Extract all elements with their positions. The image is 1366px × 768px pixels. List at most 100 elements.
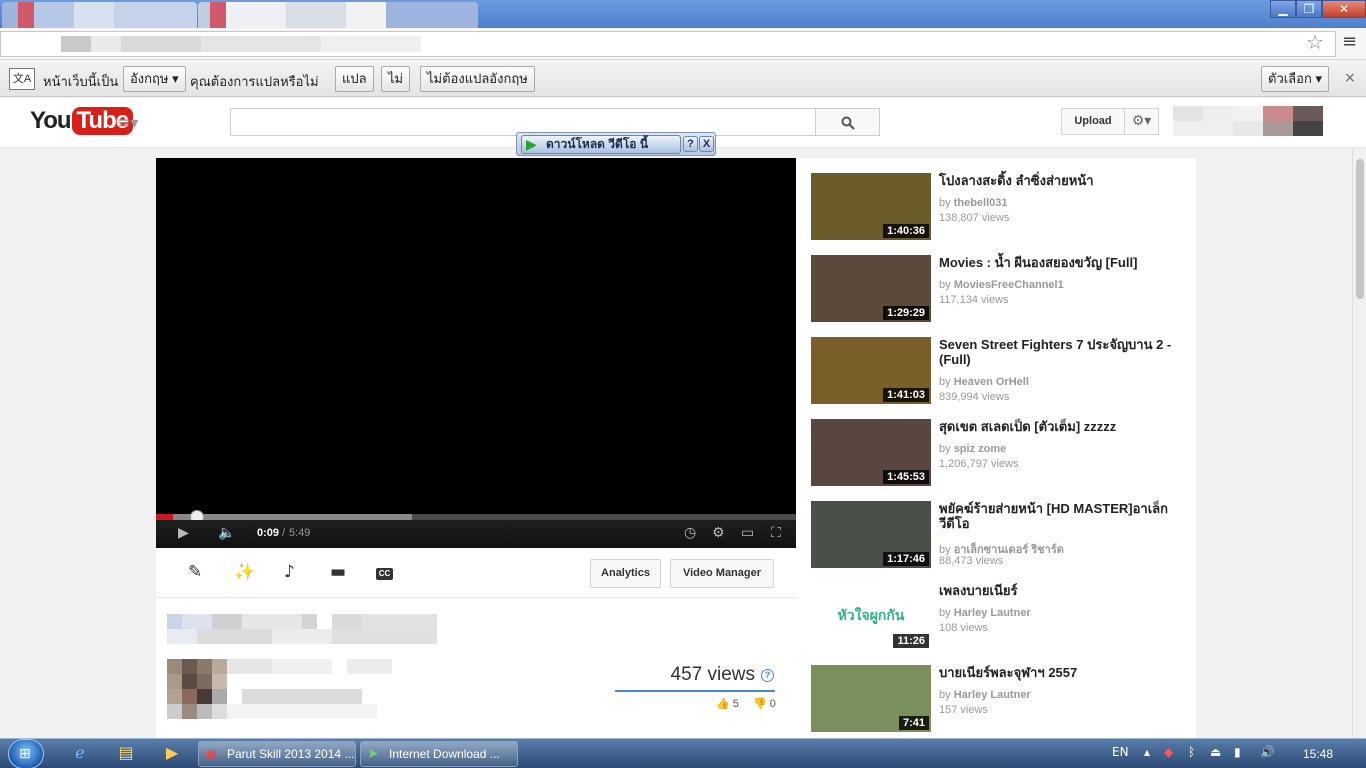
media-player-icon[interactable]: ▶ <box>152 743 192 767</box>
no-translate-button[interactable]: ไม่ <box>381 66 411 92</box>
adobe-icon[interactable]: ◆ <box>1164 745 1173 759</box>
file-explorer-icon[interactable]: ▤ <box>106 743 146 767</box>
video-title[interactable]: โปงลางสะดิ้ง ลำซิ่งส่ายหน้า <box>939 173 1184 188</box>
video-thumbnail[interactable]: 1:45:53 <box>811 419 931 486</box>
related-video-item[interactable]: 1:41:03 Seven Street Fighters 7 ประจัญบาน… <box>811 337 1191 407</box>
system-clock: 15:48 <box>1303 747 1334 761</box>
settings-gear-icon[interactable]: ⚙ <box>712 525 725 541</box>
channel-name[interactable]: Harley Lautner <box>954 689 1031 701</box>
enhancements-wand-icon[interactable]: ✨ <box>234 562 255 582</box>
edit-pencil-icon[interactable]: ✎ <box>188 562 202 582</box>
gear-icon: ⚙▾ <box>1131 113 1152 129</box>
network-signal-icon[interactable]: ▮ <box>1234 745 1241 759</box>
usb-icon[interactable]: ⏏ <box>1210 745 1221 759</box>
video-title[interactable]: เพลงบายเนียร์ <box>939 583 1184 598</box>
address-bar[interactable] <box>0 31 1336 57</box>
account-avatar[interactable] <box>1173 106 1323 136</box>
minimize-button[interactable]: ▁ <box>1270 0 1296 18</box>
video-thumbnail[interactable]: 1:29:29 <box>811 255 931 322</box>
video-thumbnail[interactable]: 1:41:03 <box>811 337 931 404</box>
translate-prefix-text: หน้าเว็บนี้เป็น <box>43 74 119 89</box>
video-thumbnail[interactable]: 7:41 <box>811 665 931 732</box>
by-label: by <box>939 376 951 388</box>
idm-download-button[interactable]: ▶ ดาวน์โหลด วีดีโอ นี้ <box>521 135 681 154</box>
analytics-button[interactable]: Analytics <box>590 559 661 588</box>
start-button[interactable]: ⊞ <box>8 739 44 768</box>
annotations-icon[interactable]: ▬ <box>330 562 346 582</box>
channel-name[interactable]: Heaven OrHell <box>954 376 1029 388</box>
chrome-menu-icon[interactable]: ≡ <box>1342 31 1357 52</box>
video-title[interactable]: สุดเขต สเลดเป็ด [ตัวเต็ม] zzzzz <box>939 419 1184 434</box>
translate-close-icon[interactable]: × <box>1344 70 1356 86</box>
related-video-item[interactable]: 7:41 บายเนียร์พละจุฬาฯ 2557 by Harley Laut… <box>811 665 1191 735</box>
channel-name[interactable]: thebell031 <box>954 197 1008 209</box>
views-help-icon[interactable]: ? <box>761 669 774 682</box>
idm-help-button[interactable]: ? <box>683 136 698 152</box>
language-indicator[interactable]: EN <box>1112 745 1129 759</box>
scrollbar-thumb[interactable] <box>1356 159 1364 299</box>
video-view-count: 117,134 views <box>939 294 1009 306</box>
volume-icon[interactable]: 🔈 <box>218 525 235 541</box>
never-translate-button[interactable]: ไม่ต้องแปลอังกฤษ <box>420 66 535 92</box>
translate-button[interactable]: แปล <box>335 66 374 92</box>
video-duration: 1:41:03 <box>883 388 929 402</box>
like-button[interactable]: 👍 5 <box>716 697 739 710</box>
bluetooth-icon[interactable]: ᛒ <box>1188 745 1195 759</box>
channel-name[interactable]: MoviesFreeChannel1 <box>954 279 1064 291</box>
related-video-item[interactable]: 1:40:36 โปงลางสะดิ้ง ลำซิ่งส่ายหน้า by the… <box>811 173 1191 243</box>
settings-gear-button[interactable]: ⚙▾ <box>1124 108 1159 135</box>
by-label: by <box>939 607 951 619</box>
bookmark-star-icon[interactable]: ☆ <box>1306 30 1324 54</box>
guide-menu-icon[interactable]: ≡▾ <box>117 113 138 132</box>
windows-taskbar: ⊞ ℯ ▤ ▶ ◉ Parut Skill 2013 2014 ... ➤ In… <box>0 738 1366 768</box>
volume-tray-icon[interactable]: 🔊 <box>1260 745 1275 759</box>
idm-download-panel: ▶ ดาวน์โหลด วีดีโอ นี้ ? X <box>516 132 716 156</box>
browser-tab-1[interactable] <box>2 2 197 28</box>
video-title[interactable]: พยัคฆ์ร้ายส่ายหน้า [HD MASTER]อาเล็ก วีด… <box>939 501 1184 531</box>
page-scrollbar[interactable] <box>1352 149 1366 738</box>
browser-tab-2[interactable] <box>198 2 478 28</box>
watch-later-icon[interactable]: ◷ <box>684 525 696 541</box>
video-manager-button[interactable]: Video Manager <box>670 559 774 588</box>
channel-avatar-redacted <box>167 659 227 719</box>
taskbar-item-idm[interactable]: ➤ Internet Download ... <box>360 741 518 767</box>
video-view-count: 1,206,797 views <box>939 458 1019 470</box>
dislike-count: 0 <box>769 698 776 710</box>
video-player[interactable]: ▶ 🔈 0:09 / 5:49 ◷ ⚙ ▭ ⛶ <box>156 158 796 548</box>
theater-mode-icon[interactable]: ▭ <box>741 525 754 541</box>
related-video-item[interactable]: หัวใจผูกกัน 11:26 เพลงบายเนียร์ by Harley L… <box>811 583 1191 653</box>
video-channel-line: by spiz zome <box>939 443 1006 455</box>
browser-title-bar: ▁ ❐ ✕ <box>0 0 1366 28</box>
maximize-button[interactable]: ❐ <box>1296 0 1322 18</box>
language-select[interactable]: อังกฤษ ▾ <box>123 66 186 92</box>
video-title[interactable]: Seven Street Fighters 7 ประจัญบาน 2 - (F… <box>939 337 1184 367</box>
search-button[interactable] <box>815 108 880 136</box>
play-icon[interactable]: ▶ <box>178 525 189 541</box>
video-thumbnail[interactable]: 1:40:36 <box>811 173 931 240</box>
related-video-item[interactable]: 1:17:46 พยัคฆ์ร้ายส่ายหน้า [HD MASTER]อาเ… <box>811 501 1191 571</box>
idm-close-button[interactable]: X <box>699 136 714 152</box>
video-title[interactable]: บายเนียร์พละจุฬาฯ 2557 <box>939 665 1184 680</box>
audio-music-icon[interactable]: ♪ <box>284 562 295 582</box>
captions-cc-icon[interactable]: CC <box>376 568 393 580</box>
video-thumbnail[interactable]: 1:17:46 <box>811 501 931 568</box>
like-count: 5 <box>732 698 739 710</box>
chrome-icon: ◉ <box>205 746 218 762</box>
related-video-item[interactable]: 1:29:29 Movies : น้ำ ผีนองสยองขวัญ [Full]… <box>811 255 1191 325</box>
show-hidden-icons-icon[interactable]: ▴ <box>1144 745 1150 759</box>
video-thumbnail[interactable]: หัวใจผูกกัน 11:26 <box>811 583 931 650</box>
fullscreen-icon[interactable]: ⛶ <box>771 525 781 541</box>
dislike-button[interactable]: 👎 0 <box>753 697 776 710</box>
related-video-item[interactable]: 1:45:53 สุดเขต สเลดเป็ด [ตัวเต็ม] zzzzz by… <box>811 419 1191 489</box>
taskbar-item-label: Parut Skill 2013 2014 ... <box>227 747 355 761</box>
close-window-button[interactable]: ✕ <box>1322 0 1366 18</box>
upload-button[interactable]: Upload <box>1061 108 1125 135</box>
channel-name[interactable]: Harley Lautner <box>954 607 1031 619</box>
video-title[interactable]: Movies : น้ำ ผีนองสยองขวัญ [Full] <box>939 255 1184 270</box>
internet-explorer-icon[interactable]: ℯ <box>60 743 100 767</box>
time-separator: / <box>282 527 286 539</box>
view-count: 457 views <box>670 664 756 685</box>
taskbar-item-chrome[interactable]: ◉ Parut Skill 2013 2014 ... <box>198 741 356 767</box>
channel-name[interactable]: spiz zome <box>954 443 1007 455</box>
translate-options-button[interactable]: ตัวเลือก ▾ <box>1261 66 1329 92</box>
